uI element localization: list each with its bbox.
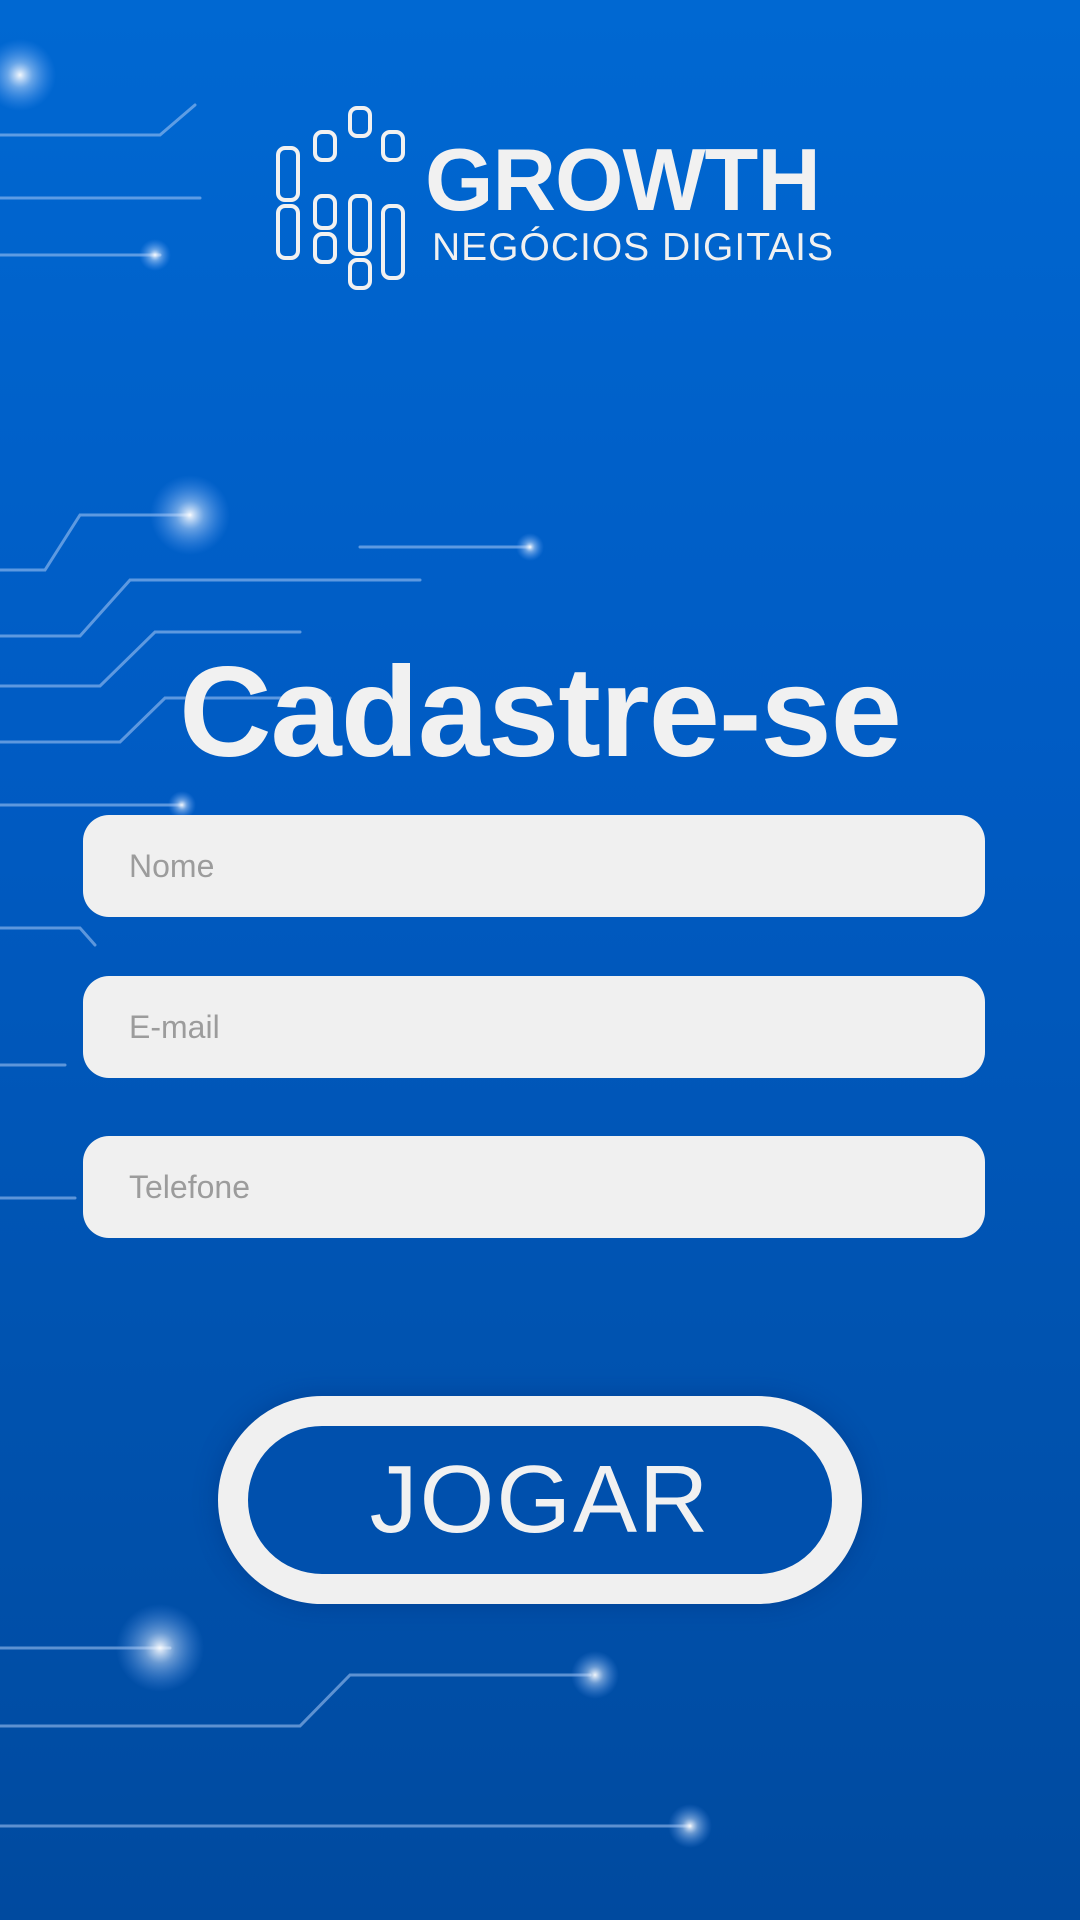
phone-field[interactable] [83,1136,985,1238]
play-button[interactable]: JOGAR [218,1396,862,1604]
page-title: Cadastre-se [179,640,902,784]
signup-screen: GROWTH NEGÓCIOS DIGITAIS Cadastre-se JOG… [0,0,1080,1920]
phone-input[interactable] [129,1168,939,1206]
brand-name: GROWTH [425,130,821,229]
email-field[interactable] [83,976,985,1078]
email-input[interactable] [129,1008,939,1046]
brand-tagline: NEGÓCIOS DIGITAIS [432,226,834,269]
growth-logo: GROWTH NEGÓCIOS DIGITAIS [270,100,833,300]
name-input[interactable] [129,847,939,885]
growth-logo-mark-icon [276,106,405,290]
name-field[interactable] [83,815,985,917]
